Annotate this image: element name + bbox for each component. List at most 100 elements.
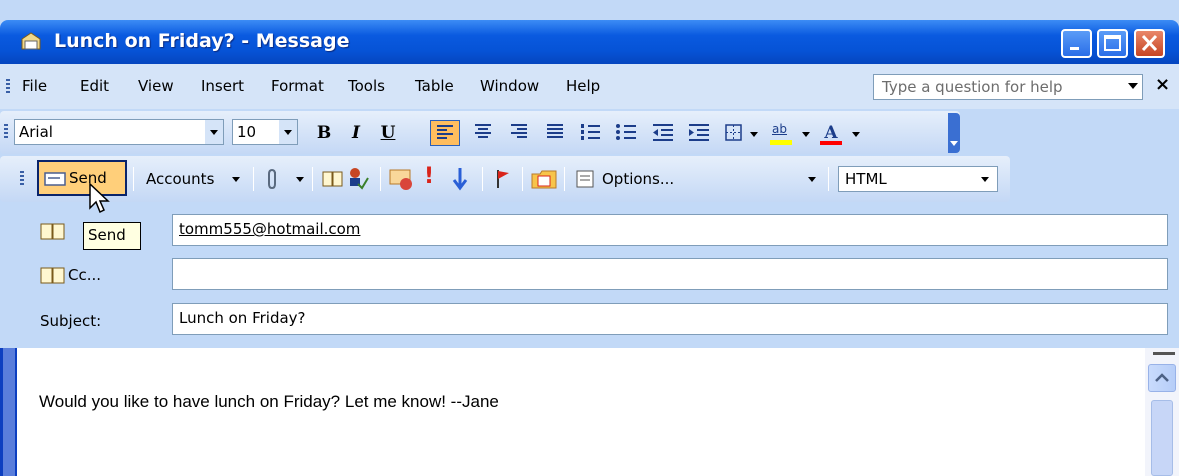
help-search-input[interactable]: Type a question for help bbox=[873, 74, 1143, 100]
toolbar-separator bbox=[312, 167, 313, 191]
high-importance-icon[interactable]: ! bbox=[424, 164, 434, 189]
highlight-button[interactable]: ab bbox=[766, 120, 796, 146]
chevron-down-icon[interactable] bbox=[1128, 83, 1138, 89]
menu-edit[interactable]: Edit bbox=[80, 77, 109, 95]
menu-table[interactable]: Table bbox=[415, 77, 454, 95]
menu-tools[interactable]: Tools bbox=[348, 77, 385, 95]
subject-label: Subject: bbox=[40, 312, 102, 330]
font-color-dropdown-icon[interactable] bbox=[852, 132, 860, 137]
font-color-button[interactable]: A bbox=[816, 120, 846, 146]
maximize-button[interactable] bbox=[1097, 29, 1128, 58]
menu-grip-handle[interactable] bbox=[6, 79, 10, 95]
numbering-button[interactable] bbox=[576, 120, 606, 146]
menu-window[interactable]: Window bbox=[480, 77, 539, 95]
italic-button[interactable]: I bbox=[344, 120, 368, 146]
bulleted-list-icon bbox=[616, 124, 636, 140]
underline-button[interactable]: U bbox=[376, 120, 400, 146]
check-names-icon[interactable] bbox=[346, 166, 370, 190]
increase-indent-button[interactable] bbox=[684, 120, 714, 146]
message-window: Lunch on Friday? - Message File Edit Vie… bbox=[0, 0, 1179, 476]
window-title: Lunch on Friday? - Message bbox=[54, 30, 350, 52]
font-dropdown-button[interactable] bbox=[205, 120, 223, 144]
follow-up-flag-icon[interactable] bbox=[494, 168, 512, 190]
to-recipient[interactable]: tomm555@hotmail.com bbox=[179, 220, 360, 238]
toolbar-separator bbox=[133, 167, 134, 191]
font-color-swatch bbox=[820, 141, 842, 145]
vertical-scrollbar[interactable] bbox=[1145, 348, 1179, 476]
increase-indent-icon bbox=[689, 124, 709, 141]
send-tooltip: Send bbox=[83, 222, 141, 250]
scroll-up-button[interactable] bbox=[1148, 364, 1176, 392]
decrease-indent-button[interactable] bbox=[648, 120, 678, 146]
message-body[interactable]: Would you like to have lunch on Friday? … bbox=[17, 348, 1145, 476]
cc-button[interactable]: Cc... bbox=[68, 266, 101, 284]
low-importance-icon[interactable] bbox=[452, 166, 468, 192]
splitter-handle[interactable] bbox=[1153, 352, 1175, 355]
menu-file[interactable]: File bbox=[22, 77, 47, 95]
menu-bar: File Edit View Insert Format Tools Table… bbox=[0, 64, 1179, 109]
align-center-icon bbox=[475, 124, 491, 138]
font-name-select[interactable]: Arial bbox=[14, 119, 224, 145]
highlight-dropdown-icon[interactable] bbox=[802, 132, 810, 137]
send-button[interactable]: Send bbox=[37, 160, 127, 196]
font-size-value: 10 bbox=[237, 123, 257, 141]
address-book-icon[interactable] bbox=[40, 222, 66, 242]
toolbar-separator bbox=[253, 167, 254, 191]
chevron-down-icon bbox=[981, 177, 989, 182]
envelope-icon bbox=[44, 172, 66, 186]
accounts-button[interactable]: Accounts bbox=[146, 170, 214, 188]
numbered-list-icon bbox=[581, 124, 600, 140]
chevron-down-icon bbox=[284, 130, 292, 135]
align-right-button[interactable] bbox=[504, 120, 534, 146]
bold-button[interactable]: B bbox=[312, 120, 336, 146]
minimize-button[interactable] bbox=[1061, 29, 1092, 58]
message-icon bbox=[21, 32, 41, 50]
highlight-label: ab bbox=[772, 122, 787, 136]
message-body-text[interactable]: Would you like to have lunch on Friday? … bbox=[39, 392, 499, 412]
menu-view[interactable]: View bbox=[138, 77, 174, 95]
bullets-button[interactable] bbox=[612, 120, 642, 146]
title-bar[interactable]: Lunch on Friday? - Message bbox=[0, 20, 1179, 64]
justify-button[interactable] bbox=[540, 120, 570, 146]
scroll-thumb[interactable] bbox=[1151, 400, 1173, 476]
toolbar-separator bbox=[522, 167, 523, 191]
accounts-dropdown-icon[interactable] bbox=[232, 177, 240, 182]
address-book-icon[interactable] bbox=[322, 170, 344, 188]
message-format-select[interactable]: HTML bbox=[838, 166, 998, 192]
paperclip-icon[interactable] bbox=[266, 168, 280, 190]
options-icon[interactable] bbox=[576, 170, 594, 188]
cc-field[interactable] bbox=[172, 258, 1168, 290]
highlight-color-swatch bbox=[770, 140, 792, 145]
font-name-value: Arial bbox=[19, 123, 53, 141]
font-color-letter: A bbox=[824, 123, 838, 143]
menu-insert[interactable]: Insert bbox=[201, 77, 244, 95]
toolbar-separator bbox=[482, 167, 483, 191]
toolbar-separator bbox=[380, 167, 381, 191]
font-size-select[interactable]: 10 bbox=[232, 119, 298, 145]
align-center-button[interactable] bbox=[468, 120, 498, 146]
toolbar-grip-handle[interactable] bbox=[20, 171, 24, 187]
toolbar-options-chevron[interactable] bbox=[948, 113, 960, 153]
menu-format[interactable]: Format bbox=[271, 77, 324, 95]
chevron-down-icon bbox=[950, 141, 958, 146]
menu-help[interactable]: Help bbox=[566, 77, 600, 95]
toolbar-grip-handle[interactable] bbox=[4, 124, 8, 140]
close-button[interactable] bbox=[1134, 29, 1165, 58]
to-field[interactable]: tomm555@hotmail.com bbox=[172, 214, 1168, 246]
align-left-button[interactable] bbox=[430, 120, 460, 146]
borders-dropdown-icon[interactable] bbox=[750, 132, 758, 137]
mouse-cursor-icon bbox=[89, 182, 110, 214]
permission-folder-icon[interactable] bbox=[530, 166, 558, 192]
borders-button[interactable] bbox=[722, 120, 746, 146]
insert-signature-icon[interactable] bbox=[388, 166, 414, 192]
size-dropdown-button[interactable] bbox=[279, 120, 297, 144]
options-dropdown-icon[interactable] bbox=[808, 177, 816, 182]
close-document-icon[interactable]: × bbox=[1155, 74, 1170, 95]
attach-dropdown-icon[interactable] bbox=[296, 177, 304, 182]
decrease-indent-icon bbox=[653, 124, 673, 141]
toolbar-separator bbox=[564, 167, 565, 191]
options-button[interactable]: Options... bbox=[602, 170, 674, 188]
address-book-icon[interactable] bbox=[40, 266, 66, 286]
subject-field[interactable]: Lunch on Friday? bbox=[172, 303, 1168, 335]
align-right-icon bbox=[511, 124, 527, 138]
